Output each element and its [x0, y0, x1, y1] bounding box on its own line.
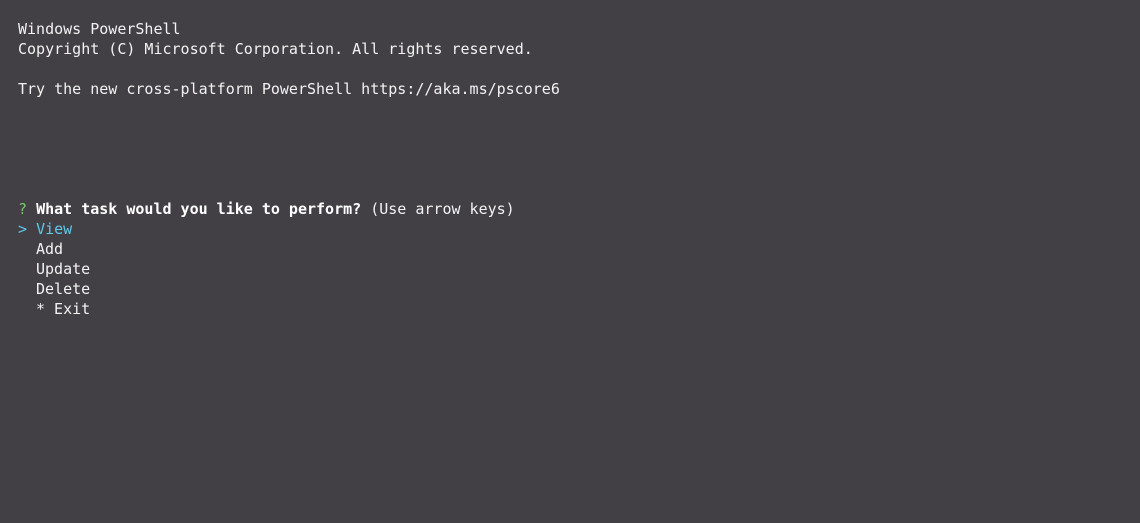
prompt-hint: (Use arrow keys): [370, 200, 515, 218]
prompt-line: ? What task would you like to perform? (…: [18, 199, 1140, 219]
option-label: * Exit: [36, 300, 91, 318]
menu-option-delete[interactable]: Delete: [18, 279, 1140, 299]
option-label: Delete: [36, 280, 91, 298]
option-label: View: [36, 220, 73, 238]
option-label: Update: [36, 260, 91, 278]
banner-copyright: Copyright (C) Microsoft Corporation. All…: [18, 40, 533, 58]
menu-option-add[interactable]: Add: [18, 239, 1140, 259]
question-mark-icon: ?: [18, 200, 28, 218]
terminal-window[interactable]: Windows PowerShell Copyright (C) Microso…: [0, 0, 1140, 523]
banner-pscore-hint: Try the new cross-platform PowerShell ht…: [18, 80, 560, 98]
option-label: Add: [36, 240, 64, 258]
menu-option-view[interactable]: > View: [18, 219, 1140, 239]
menu-option-update[interactable]: Update: [18, 259, 1140, 279]
prompt-question: What task would you like to perform?: [36, 200, 362, 218]
menu-option-exit[interactable]: * Exit: [18, 299, 1140, 319]
banner-title: Windows PowerShell: [18, 20, 181, 38]
selection-pointer-icon: >: [18, 220, 28, 238]
